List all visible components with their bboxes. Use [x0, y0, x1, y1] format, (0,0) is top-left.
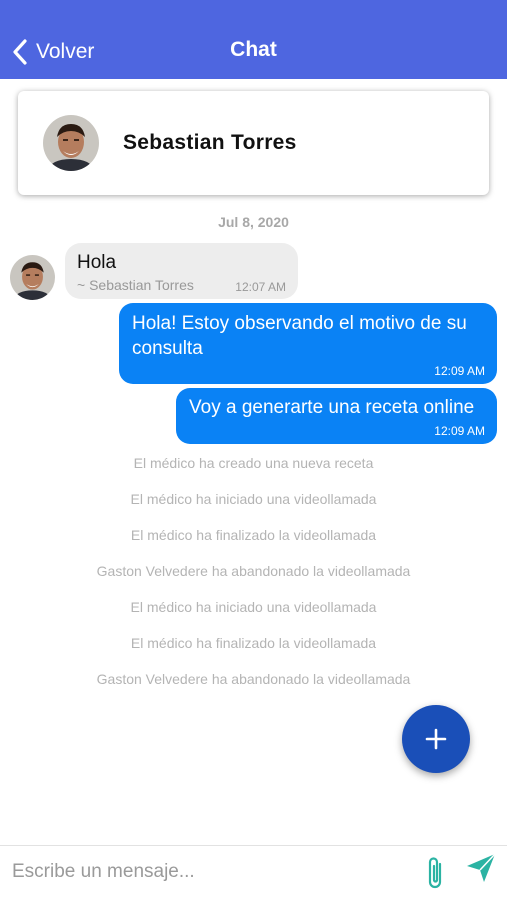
system-message-list: El médico ha creado una nueva receta El … [0, 452, 507, 704]
system-message: El médico ha creado una nueva receta [133, 455, 374, 471]
send-icon[interactable] [465, 852, 497, 884]
page-title: Chat [230, 38, 277, 61]
app-header: Volver Chat [0, 0, 507, 79]
message-text: Hola! Estoy observando el motivo de su c… [132, 313, 467, 359]
outgoing-message[interactable]: Hola! Estoy observando el motivo de su c… [119, 303, 497, 384]
contact-card[interactable]: Sebastian Torres [18, 91, 489, 195]
message-author: ~ Sebastian Torres [77, 277, 194, 293]
contact-avatar [43, 115, 99, 171]
system-message: El médico ha iniciado una videollamada [130, 491, 377, 507]
plus-icon [425, 728, 447, 750]
message-time: 12:07 AM [235, 280, 286, 294]
contact-name: Sebastian Torres [123, 131, 297, 154]
system-message: El médico ha iniciado una videollamada [130, 599, 377, 615]
system-message: El médico ha finalizado la videollamada [130, 527, 377, 543]
add-action-button[interactable] [402, 705, 470, 773]
message-text: Voy a generarte una receta online [189, 397, 475, 418]
outgoing-message[interactable]: Voy a generarte una receta online 12:09 … [176, 388, 497, 444]
sender-avatar [10, 255, 55, 300]
system-message: Gaston Velvedere ha abandonado la videol… [96, 671, 411, 687]
message-time: 12:09 AM [434, 364, 485, 378]
date-separator: Jul 8, 2020 [218, 214, 289, 230]
message-input[interactable] [12, 855, 412, 889]
message-text: Hola [77, 252, 117, 273]
paperclip-icon[interactable] [424, 854, 448, 892]
message-time: 12:09 AM [434, 424, 485, 438]
system-message: Gaston Velvedere ha abandonado la videol… [96, 563, 411, 579]
system-message: El médico ha finalizado la videollamada [130, 635, 377, 651]
incoming-message[interactable]: Hola ~ Sebastian Torres 12:07 AM [65, 243, 298, 299]
message-composer [0, 845, 507, 900]
